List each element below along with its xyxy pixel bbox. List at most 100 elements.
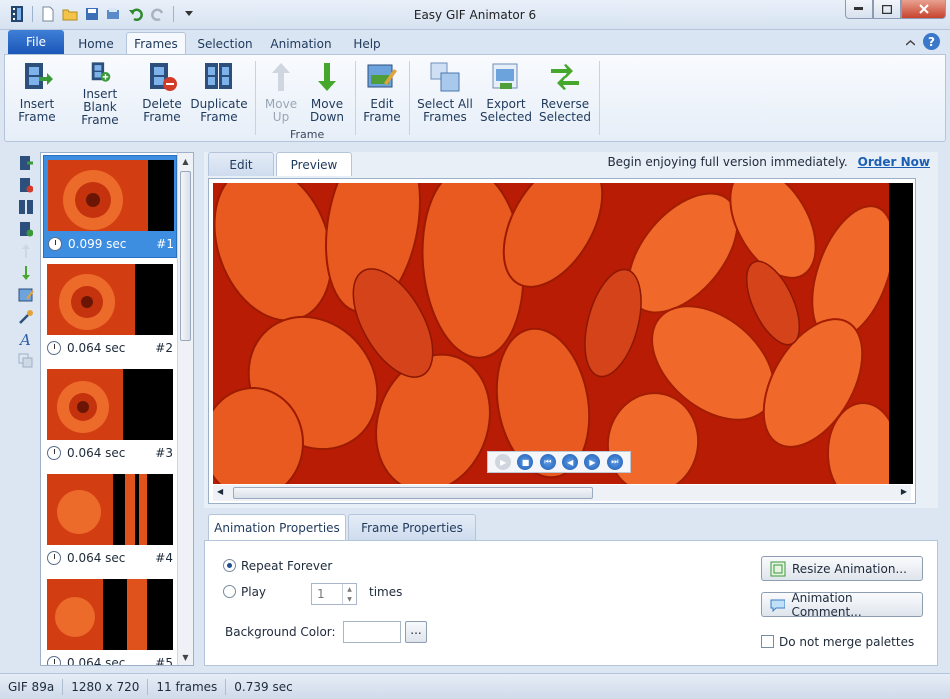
- ribbon-frames-panel: Insert Frame Insert Blank Frame Delete F…: [4, 54, 946, 142]
- frame-delay: 0.099 sec: [68, 237, 127, 251]
- close-button[interactable]: [901, 0, 946, 19]
- edit-frame-small-icon[interactable]: [17, 286, 35, 304]
- promo-banner: Begin enjoying full version immediately.…: [607, 155, 930, 169]
- preview-image: [213, 183, 893, 484]
- previous-frame-icon[interactable]: ◀: [562, 454, 579, 470]
- preview-canvas[interactable]: ▶ ■ ⏮ ◀ ▶ ⏭ ◀ ▶: [208, 178, 916, 504]
- duplicate-frame-label-2: Frame: [200, 110, 238, 124]
- spinner-arrows[interactable]: ▲ ▼: [342, 584, 356, 604]
- title-bar: Easy GIF Animator 6: [0, 0, 950, 30]
- comment-icon: [770, 599, 786, 612]
- insert-blank-frame-label-1: Insert Blank: [82, 87, 118, 114]
- insert-blank-small-icon[interactable]: [17, 220, 35, 238]
- edit-frame-button[interactable]: Edit Frame: [361, 61, 403, 127]
- playback-controls: ▶ ■ ⏮ ◀ ▶ ⏭: [487, 451, 631, 473]
- play-icon[interactable]: ▶: [495, 454, 512, 470]
- insert-frame-small-icon[interactable]: [17, 154, 35, 172]
- select-all-frames-button[interactable]: Select All Frames: [415, 61, 475, 127]
- resize-icon: [770, 561, 786, 576]
- scroll-down-arrow-icon[interactable]: ▼: [178, 649, 193, 665]
- duplicate-frame-button[interactable]: Duplicate Frame: [189, 61, 249, 127]
- frame-item-1[interactable]: 0.099 sec #1: [43, 155, 177, 258]
- clock-icon: [47, 341, 61, 355]
- play-label: Play: [241, 585, 267, 599]
- scroll-up-arrow-icon[interactable]: ▲: [178, 153, 193, 169]
- spin-down-icon[interactable]: ▼: [347, 596, 352, 603]
- help-area: ?: [905, 33, 940, 50]
- repeat-forever-radio[interactable]: [223, 559, 236, 572]
- tab-preview[interactable]: Preview: [276, 152, 352, 176]
- frame-item-4[interactable]: 0.064 sec #4: [43, 470, 177, 573]
- help-icon[interactable]: ?: [923, 33, 940, 50]
- brush-icon[interactable]: [17, 308, 35, 326]
- play-radio[interactable]: [223, 585, 236, 598]
- color-picker-button[interactable]: ...: [405, 621, 427, 643]
- reverse-selected-button[interactable]: Reverse Selected: [537, 61, 593, 127]
- play-count-spinner[interactable]: 1 ▲ ▼: [311, 583, 357, 605]
- edit-frame-label-2: Frame: [363, 110, 401, 124]
- tab-home[interactable]: Home: [72, 34, 120, 54]
- image-edge: [889, 183, 913, 484]
- delete-frame-icon: [150, 63, 177, 91]
- frame-meta: 0.064 sec #2: [47, 339, 173, 357]
- insert-frame-button[interactable]: Insert Frame: [13, 61, 61, 127]
- tab-edit[interactable]: Edit: [208, 152, 274, 176]
- window-controls: [845, 0, 946, 19]
- resize-animation-button[interactable]: Resize Animation...: [761, 556, 923, 581]
- tab-animation-properties[interactable]: Animation Properties: [208, 514, 346, 540]
- insert-blank-frame-button[interactable]: Insert Blank Frame: [65, 61, 135, 127]
- reverse-icon: [551, 64, 579, 90]
- arrow-down-small-icon[interactable]: [17, 264, 35, 282]
- play-count-value: 1: [317, 587, 325, 601]
- frame-item-5[interactable]: 0.064 sec #5: [43, 575, 177, 666]
- frame-item-3[interactable]: 0.064 sec #3: [43, 365, 177, 468]
- text-icon[interactable]: A: [17, 330, 35, 348]
- times-label: times: [369, 585, 403, 599]
- move-down-button[interactable]: Move Down: [305, 61, 349, 127]
- background-color-swatch[interactable]: [343, 621, 401, 643]
- edit-frame-icon: [367, 64, 397, 88]
- tab-selection[interactable]: Selection: [192, 34, 258, 54]
- animation-comment-button[interactable]: Animation Comment...: [761, 591, 923, 619]
- clock-icon: [47, 446, 61, 460]
- frame-number: #5: [155, 656, 173, 666]
- duplicate-frame-small-icon[interactable]: [17, 198, 35, 216]
- frame-item-2[interactable]: 0.064 sec #2: [43, 260, 177, 363]
- stop-icon[interactable]: ■: [517, 454, 534, 470]
- tab-help[interactable]: Help: [344, 34, 390, 54]
- frames-list[interactable]: 0.099 sec #1 0.064 sec #2 0.064 sec #3 0.06…: [40, 152, 194, 666]
- insert-blank-frame-label-2: Frame: [81, 113, 119, 127]
- minimize-button[interactable]: [845, 0, 873, 19]
- tab-animation[interactable]: Animation: [264, 34, 338, 54]
- ribbon-group-label: Frame: [290, 128, 325, 141]
- ribbon-separator: [255, 61, 256, 135]
- collapse-ribbon-icon[interactable]: [905, 35, 916, 49]
- reverse-selected-label-2: Selected: [538, 110, 592, 124]
- tab-frame-properties[interactable]: Frame Properties: [348, 514, 476, 540]
- first-frame-icon[interactable]: ⏮: [539, 454, 556, 470]
- scroll-left-arrow-icon[interactable]: ◀: [217, 487, 223, 496]
- maximize-button[interactable]: [873, 0, 901, 19]
- next-frame-icon[interactable]: ▶: [584, 454, 601, 470]
- delete-frame-button[interactable]: Delete Frame: [139, 61, 185, 127]
- spin-up-icon[interactable]: ▲: [347, 586, 352, 593]
- tab-file[interactable]: File: [8, 30, 64, 54]
- last-frame-icon[interactable]: ⏭: [606, 454, 623, 470]
- select-all-label-2: Frames: [423, 110, 467, 124]
- delete-frame-small-icon[interactable]: [17, 176, 35, 194]
- tab-frames[interactable]: Frames: [126, 32, 186, 55]
- export-selected-button[interactable]: Export Selected: [479, 61, 533, 127]
- frames-scrollbar[interactable]: ▲ ▼: [177, 153, 193, 665]
- delete-frame-label-2: Frame: [143, 110, 181, 124]
- scroll-thumb[interactable]: [180, 171, 191, 341]
- preview-horizontal-scrollbar[interactable]: ◀ ▶: [213, 485, 911, 501]
- status-format: GIF 89a: [0, 678, 64, 695]
- frame-meta: 0.064 sec #3: [47, 444, 173, 462]
- repeat-forever-label: Repeat Forever: [241, 559, 333, 573]
- scroll-thumb[interactable]: [233, 487, 593, 499]
- order-now-link[interactable]: Order Now: [858, 155, 930, 169]
- properties-panel: Animation Properties Frame Properties Re…: [204, 514, 938, 666]
- ribbon-tabs: File Home Frames Selection Animation Hel…: [0, 30, 950, 55]
- do-not-merge-checkbox[interactable]: [761, 635, 774, 648]
- scroll-right-arrow-icon[interactable]: ▶: [901, 487, 907, 496]
